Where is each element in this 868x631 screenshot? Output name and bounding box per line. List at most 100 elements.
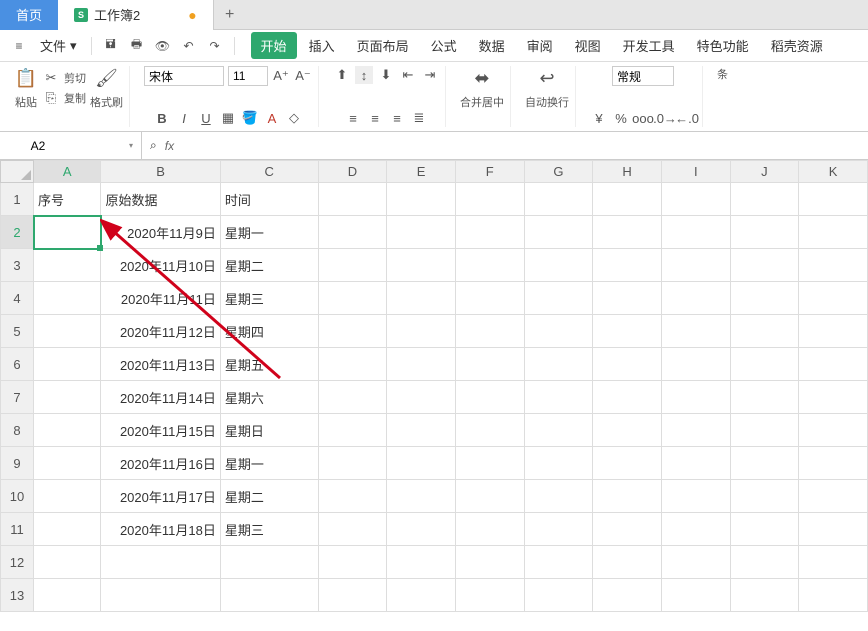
row-header[interactable]: 10: [1, 480, 34, 513]
col-header-K[interactable]: K: [799, 161, 868, 183]
cell[interactable]: 2020年11月11日: [101, 282, 220, 315]
col-header-H[interactable]: H: [593, 161, 662, 183]
tab-document[interactable]: S 工作簿2 ●: [58, 0, 214, 30]
cell[interactable]: [593, 249, 662, 282]
cell[interactable]: [34, 249, 101, 282]
cell[interactable]: [34, 282, 101, 315]
cell[interactable]: [220, 546, 318, 579]
cell[interactable]: 2020年11月12日: [101, 315, 220, 348]
cell[interactable]: [799, 447, 868, 480]
col-header-D[interactable]: D: [318, 161, 387, 183]
select-all-corner[interactable]: [1, 161, 34, 183]
cell[interactable]: [593, 447, 662, 480]
cell[interactable]: [524, 183, 593, 216]
cell[interactable]: [799, 381, 868, 414]
currency-icon[interactable]: ¥: [590, 109, 608, 127]
row-header[interactable]: 8: [1, 414, 34, 447]
cell[interactable]: [524, 579, 593, 612]
cell[interactable]: [318, 546, 387, 579]
cell[interactable]: 星期日: [220, 414, 318, 447]
paste-button[interactable]: 📋 粘贴: [14, 66, 38, 110]
decrease-font-icon[interactable]: A⁻: [294, 67, 312, 85]
cell[interactable]: [730, 480, 799, 513]
cell[interactable]: [220, 579, 318, 612]
cell[interactable]: [34, 447, 101, 480]
cell[interactable]: [318, 513, 387, 546]
cell[interactable]: [387, 513, 456, 546]
cell[interactable]: [387, 348, 456, 381]
align-center-icon[interactable]: ≡: [366, 109, 384, 127]
cell[interactable]: [318, 348, 387, 381]
tab-add-button[interactable]: +: [214, 0, 246, 30]
ribbon-tab-formula[interactable]: 公式: [421, 32, 467, 59]
cell[interactable]: [524, 447, 593, 480]
cell[interactable]: [661, 447, 730, 480]
cell[interactable]: [593, 579, 662, 612]
tab-home[interactable]: 首页: [0, 0, 58, 30]
cell[interactable]: 星期六: [220, 381, 318, 414]
name-box-input[interactable]: [8, 139, 68, 153]
cell[interactable]: [593, 216, 662, 249]
print-icon[interactable]: 🖶: [126, 35, 148, 57]
cell[interactable]: [730, 282, 799, 315]
cell[interactable]: [524, 315, 593, 348]
cell[interactable]: [799, 216, 868, 249]
ribbon-tab-resource[interactable]: 稻壳资源: [761, 32, 833, 59]
fx-label[interactable]: fx: [165, 139, 174, 153]
cell[interactable]: [593, 315, 662, 348]
align-right-icon[interactable]: ≡: [388, 109, 406, 127]
col-header-B[interactable]: B: [101, 161, 220, 183]
cell[interactable]: [387, 447, 456, 480]
copy-button[interactable]: ⎘复制: [42, 89, 86, 107]
cell[interactable]: [318, 216, 387, 249]
wrap-text-button[interactable]: ↩ 自动换行: [525, 66, 569, 110]
cut-button[interactable]: ✂剪切: [42, 69, 86, 87]
cell[interactable]: [799, 546, 868, 579]
cell[interactable]: [730, 348, 799, 381]
cell[interactable]: [593, 348, 662, 381]
merge-center-button[interactable]: ⬌ 合并居中: [460, 66, 504, 110]
cell[interactable]: [318, 414, 387, 447]
ribbon-tab-layout[interactable]: 页面布局: [347, 32, 419, 59]
cell[interactable]: [730, 315, 799, 348]
font-color-icon[interactable]: A: [263, 109, 281, 127]
cell[interactable]: [455, 282, 524, 315]
cell[interactable]: 2020年11月9日: [101, 216, 220, 249]
ribbon-tab-dev[interactable]: 开发工具: [613, 32, 685, 59]
cell[interactable]: [455, 546, 524, 579]
cell[interactable]: 星期四: [220, 315, 318, 348]
cell[interactable]: 星期三: [220, 513, 318, 546]
ribbon-tab-start[interactable]: 开始: [251, 32, 297, 59]
cell[interactable]: [799, 282, 868, 315]
cell[interactable]: [34, 480, 101, 513]
cell[interactable]: [455, 348, 524, 381]
cell[interactable]: [524, 480, 593, 513]
justify-icon[interactable]: ≣: [410, 109, 428, 127]
cell[interactable]: [730, 447, 799, 480]
row-header[interactable]: 6: [1, 348, 34, 381]
cell[interactable]: [593, 381, 662, 414]
cell[interactable]: [455, 480, 524, 513]
zoom-icon[interactable]: ⌕: [150, 138, 157, 153]
increase-indent-icon[interactable]: ⇥: [421, 66, 439, 84]
align-left-icon[interactable]: ≡: [344, 109, 362, 127]
cell[interactable]: [661, 315, 730, 348]
cell[interactable]: [318, 447, 387, 480]
cell[interactable]: [34, 414, 101, 447]
col-header-C[interactable]: C: [220, 161, 318, 183]
row-header[interactable]: 2: [1, 216, 34, 249]
cell[interactable]: [101, 579, 220, 612]
cell[interactable]: [661, 183, 730, 216]
cell[interactable]: [34, 348, 101, 381]
cell[interactable]: [455, 414, 524, 447]
cell[interactable]: [799, 513, 868, 546]
cell[interactable]: [593, 414, 662, 447]
ribbon-tab-view[interactable]: 视图: [565, 32, 611, 59]
cell[interactable]: 星期二: [220, 249, 318, 282]
cell[interactable]: [524, 348, 593, 381]
cell[interactable]: [34, 579, 101, 612]
cell[interactable]: [661, 546, 730, 579]
cell[interactable]: [455, 579, 524, 612]
row-header[interactable]: 13: [1, 579, 34, 612]
cell[interactable]: 星期一: [220, 447, 318, 480]
